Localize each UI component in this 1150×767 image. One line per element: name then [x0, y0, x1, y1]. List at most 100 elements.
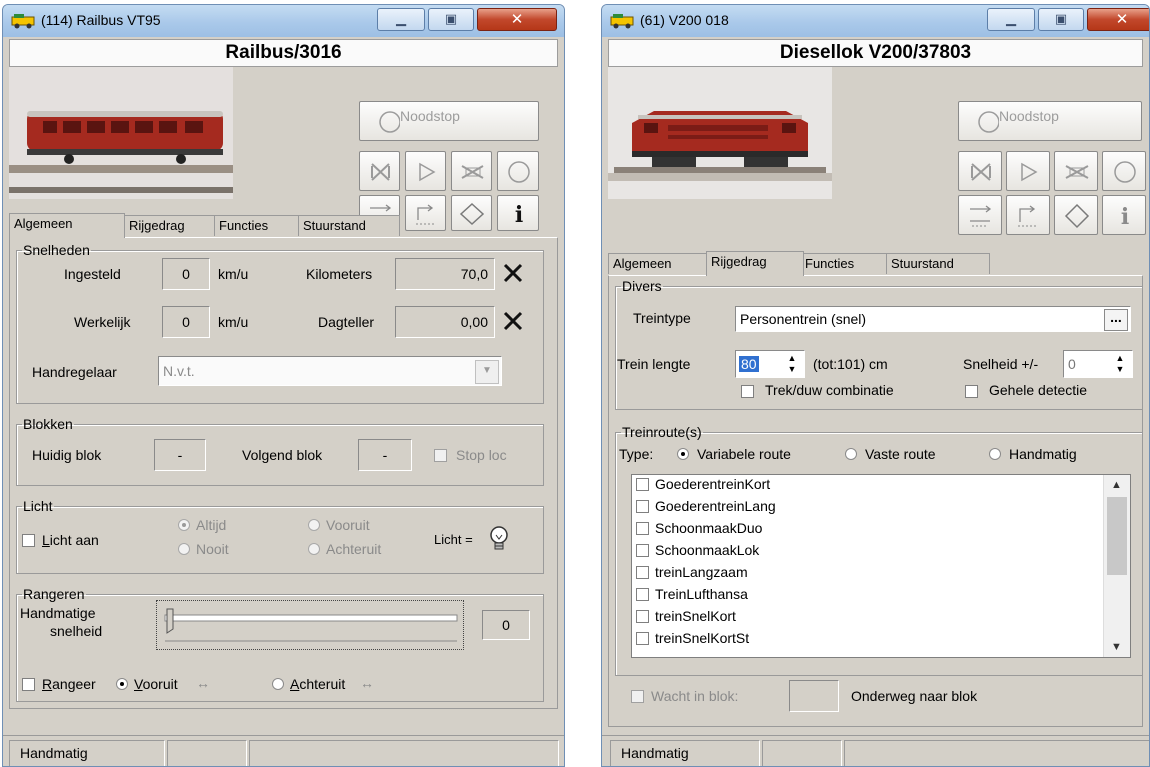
tab-functies[interactable]: Functies	[800, 253, 890, 274]
route-handmatig-label: Handmatig	[1009, 446, 1077, 462]
locomotive-window-v200: (61) V200 018 ▁ ▣ ✕ Diesellok V200/37803…	[601, 4, 1150, 767]
licht-achteruit-label: Achteruit	[326, 541, 382, 557]
circle-icon	[508, 161, 530, 183]
route-list-scrollbar[interactable]: ▲ ▼	[1103, 475, 1130, 657]
tab-rijgedrag[interactable]: Rijgedrag	[706, 251, 804, 276]
route-vaste-radio[interactable]	[845, 448, 857, 460]
tab-functies[interactable]: Functies	[214, 215, 302, 236]
maximize-button[interactable]: ▣	[428, 8, 474, 31]
close-button[interactable]: ✕	[1087, 8, 1149, 31]
rangeer-vooruit-radio[interactable]	[116, 678, 128, 690]
tab-algemeen[interactable]: Algemeen	[9, 213, 125, 238]
treintype-field[interactable]: Personentrein (snel) ...	[735, 306, 1131, 332]
noodstop-button[interactable]: Noodstop	[359, 101, 539, 141]
route-checkbox[interactable]	[636, 566, 649, 579]
route-checkbox[interactable]	[636, 478, 649, 491]
close-button[interactable]: ✕	[477, 8, 557, 31]
tab-stuurstand[interactable]: Stuurstand	[298, 215, 400, 236]
maximize-button[interactable]: ▣	[1038, 8, 1084, 31]
stop-loc-checkbox[interactable]	[434, 449, 447, 462]
treinlengte-spinner[interactable]: 80 ▲ ▼	[735, 350, 805, 378]
scroll-thumb[interactable]	[1107, 497, 1127, 575]
licht-achteruit-radio[interactable]	[308, 543, 320, 555]
group-licht-legend: Licht	[23, 498, 53, 514]
diamond-button[interactable]	[451, 195, 492, 231]
route-checkbox[interactable]	[636, 522, 649, 535]
tab-rijgedrag[interactable]: Rijgedrag	[124, 215, 218, 236]
rangeer-achteruit-radio[interactable]	[272, 678, 284, 690]
shunt-speed-slider[interactable]	[156, 600, 464, 650]
rangeer-label: Rangeer	[42, 676, 96, 692]
scroll-up-icon[interactable]: ▲	[1111, 479, 1122, 491]
licht-nooit-radio[interactable]	[178, 543, 190, 555]
noodstop-button[interactable]: Noodstop	[958, 101, 1142, 141]
play-button[interactable]	[1006, 151, 1050, 191]
bulb-icon	[490, 526, 508, 550]
route-list[interactable]: GoederentreinKort GoederentreinLang Scho…	[631, 474, 1131, 658]
circle-button[interactable]	[1102, 151, 1146, 191]
wacht-in-blok-checkbox[interactable]	[631, 690, 644, 703]
route-handmatig-radio[interactable]	[989, 448, 1001, 460]
licht-vooruit-radio[interactable]	[308, 519, 320, 531]
stop-loco-button[interactable]	[359, 151, 400, 191]
spinner-arrows-icon[interactable]: ▲ ▼	[782, 353, 802, 375]
rangeer-checkbox[interactable]	[22, 678, 35, 691]
group-divers-legend: Divers	[622, 278, 662, 294]
info-icon: i	[1121, 204, 1129, 230]
shunt-button[interactable]	[1006, 195, 1050, 235]
tab-panel-rijgedrag: Divers Treintype Personentrein (snel) ..…	[608, 275, 1143, 727]
info-button[interactable]: i	[497, 195, 539, 231]
group-snelheden-legend: Snelheden	[23, 242, 90, 258]
info-icon: i	[515, 202, 523, 228]
diamond-button[interactable]	[1054, 195, 1098, 235]
shunt-button[interactable]	[405, 195, 446, 231]
route-checkbox[interactable]	[636, 544, 649, 557]
info-button[interactable]: i	[1102, 195, 1146, 235]
licht-aan-checkbox[interactable]	[22, 534, 35, 547]
clear-kilometers-icon[interactable]	[502, 262, 524, 284]
tab-algemeen[interactable]: Algemeen	[608, 253, 710, 274]
handregelaar-select[interactable]: N.v.t. ▼	[158, 356, 502, 386]
no-loco-button[interactable]	[451, 151, 492, 191]
treintype-value: Personentrein (snel)	[740, 311, 867, 327]
snelheid-correctie-spinner[interactable]: 0 ▲ ▼	[1063, 350, 1133, 378]
clear-dagteller-icon[interactable]	[502, 310, 524, 332]
route-variabele-label: Variabele route	[697, 446, 791, 462]
route-checkbox[interactable]	[636, 632, 649, 645]
werkelijk-unit: km/u	[218, 314, 249, 330]
stop-loc-label: Stop loc	[456, 447, 507, 463]
title-bar[interactable]: (61) V200 018 ▁ ▣ ✕	[602, 5, 1149, 37]
stop-loco-button[interactable]	[958, 151, 1002, 191]
tab-stuurstand[interactable]: Stuurstand	[886, 253, 990, 274]
title-bar[interactable]: (114) Railbus VT95 ▁ ▣ ✕	[3, 5, 564, 37]
kilometers-value: 70,0	[395, 258, 495, 290]
scroll-down-icon[interactable]: ▼	[1111, 641, 1122, 653]
route-checkbox[interactable]	[636, 500, 649, 513]
status-cell-2	[167, 740, 247, 766]
window-title: (61) V200 018	[640, 12, 729, 28]
trekduw-checkbox[interactable]	[741, 385, 754, 398]
route-checkbox[interactable]	[636, 588, 649, 601]
ingesteld-unit: km/u	[218, 266, 249, 282]
diamond-icon	[459, 202, 485, 226]
reverse-button[interactable]	[958, 195, 1002, 235]
volgend-blok-value: -	[358, 439, 412, 471]
app-icon	[610, 14, 634, 29]
treintype-browse-button[interactable]: ...	[1104, 309, 1128, 331]
minimize-button[interactable]: ▁	[987, 8, 1035, 31]
huidig-blok-value: -	[154, 439, 206, 471]
chevron-down-icon[interactable]: ▼	[475, 360, 499, 384]
shunt-icon	[1018, 205, 1038, 227]
gehele-detectie-checkbox[interactable]	[965, 385, 978, 398]
circle-button[interactable]	[497, 151, 539, 191]
minimize-button[interactable]: ▁	[377, 8, 425, 31]
play-button[interactable]	[405, 151, 446, 191]
dagteller-label: Dagteller	[318, 314, 375, 330]
route-variabele-radio[interactable]	[677, 448, 689, 460]
minimize-icon: ▁	[1006, 11, 1016, 26]
spinner-arrows-icon[interactable]: ▲ ▼	[1110, 353, 1130, 375]
licht-altijd-radio[interactable]	[178, 519, 190, 531]
route-checkbox[interactable]	[636, 610, 649, 623]
no-loco-button[interactable]	[1054, 151, 1098, 191]
licht-altijd-label: Altijd	[196, 517, 227, 533]
